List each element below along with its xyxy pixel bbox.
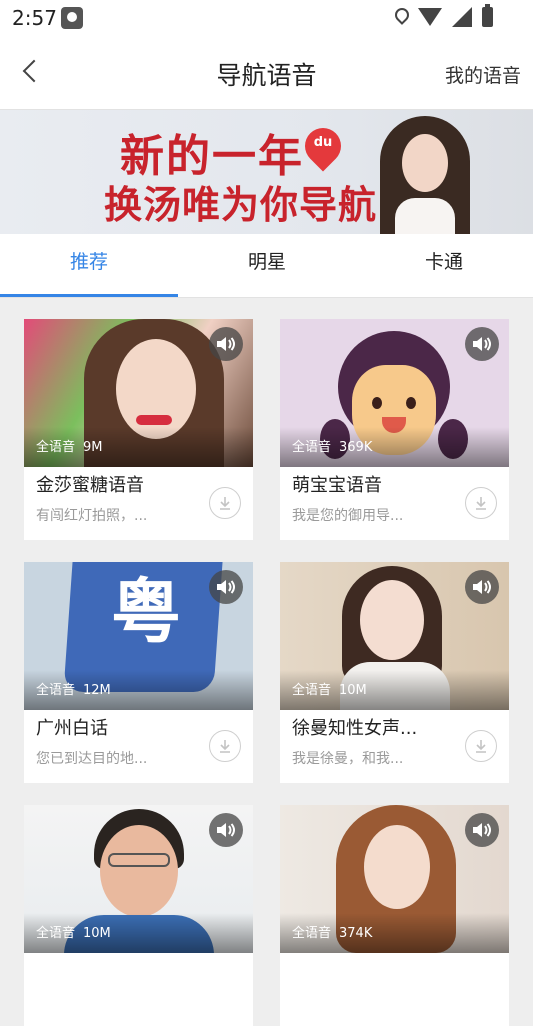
voice-meta: 全语音 12M — [36, 683, 111, 698]
speaker-icon[interactable] — [209, 327, 243, 361]
speaker-icon[interactable] — [465, 570, 499, 604]
voice-meta: 全语音 374K — [292, 926, 373, 941]
voice-card-image: 全语音 374K — [280, 805, 509, 953]
nav-bar: 导航语音 我的语音 — [0, 36, 533, 110]
voice-card-image: 全语音 369K — [280, 319, 509, 467]
voice-title: 金莎蜜糖语音 — [36, 475, 144, 496]
speaker-icon[interactable] — [465, 327, 499, 361]
tab-recommended[interactable]: 推荐 — [0, 234, 178, 298]
voice-subtitle: 我是您的御用导... — [292, 508, 404, 524]
cantonese-badge: 粤 — [111, 571, 181, 653]
voice-meta: 全语音 369K — [292, 440, 373, 455]
voice-meta: 全语音 10M — [292, 683, 367, 698]
speaker-icon[interactable] — [209, 813, 243, 847]
banner-subheadline: 换汤唯为你导航 — [104, 182, 378, 227]
voice-subtitle: 有闯红灯拍照，... — [36, 508, 148, 524]
status-time: 2:57 — [12, 6, 57, 30]
status-icons — [394, 4, 493, 28]
status-bar: 2:57 — [0, 0, 533, 36]
promo-banner[interactable]: 新的一年 du 换汤唯为你导航 — [0, 110, 533, 234]
voice-title: 徐曼知性女声... — [292, 718, 418, 739]
download-icon[interactable] — [465, 730, 497, 762]
voice-card[interactable]: 全语音 369K 萌宝宝语音 我是您的御用导... — [280, 319, 509, 540]
voice-title: 萌宝宝语音 — [292, 475, 382, 496]
voice-card-image: 全语音 9M — [24, 319, 253, 467]
signal-icon — [452, 7, 472, 27]
voice-card-image: 粤 全语音 12M — [24, 562, 253, 710]
download-icon[interactable] — [465, 487, 497, 519]
voice-card[interactable]: 全语音 10M 徐曼知性女声... 我是徐曼，和我... — [280, 562, 509, 783]
tab-celebrities[interactable]: 明星 — [178, 234, 356, 298]
voice-card[interactable]: 全语音 9M 金莎蜜糖语音 有闯红灯拍照，... — [24, 319, 253, 540]
banner-logo-text: du — [313, 135, 333, 150]
voice-card[interactable]: 粤 全语音 12M 广州白话 您已到达目的地... — [24, 562, 253, 783]
voice-card-image: 全语音 10M — [280, 562, 509, 710]
voice-card-image: 全语音 10M — [24, 805, 253, 953]
category-tabs: 推荐 明星 卡通 — [0, 234, 533, 298]
tab-indicator — [0, 294, 178, 297]
tab-cartoon[interactable]: 卡通 — [355, 234, 533, 298]
banner-portrait — [380, 116, 470, 234]
download-icon[interactable] — [209, 487, 241, 519]
location-icon — [394, 8, 408, 26]
voice-meta: 全语音 9M — [36, 440, 103, 455]
battery-icon — [482, 4, 493, 27]
voice-card[interactable]: 全语音 374K — [280, 805, 509, 1026]
voice-subtitle: 我是徐曼，和我... — [292, 751, 404, 767]
voice-title: 广州白话 — [36, 718, 108, 739]
voice-meta: 全语音 10M — [36, 926, 111, 941]
wifi-icon — [418, 8, 442, 26]
my-voice-link[interactable]: 我的语音 — [445, 61, 521, 88]
speaker-icon[interactable] — [465, 813, 499, 847]
voice-subtitle: 您已到达目的地... — [36, 751, 148, 767]
notification-icon — [61, 7, 83, 29]
voice-card[interactable]: 全语音 10M — [24, 805, 253, 1026]
speaker-icon[interactable] — [209, 570, 243, 604]
download-icon[interactable] — [209, 730, 241, 762]
